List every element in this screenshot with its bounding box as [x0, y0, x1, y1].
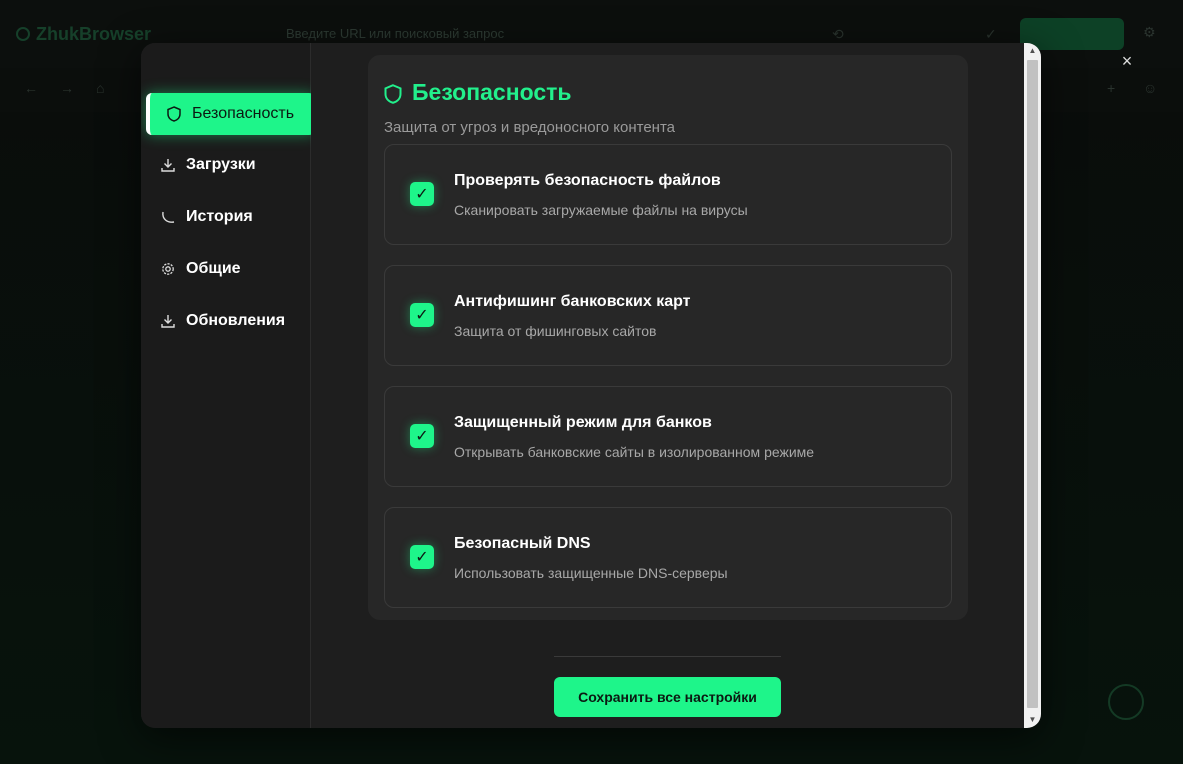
security-panel: Безопасность Защита от угроз и вредоносн… — [368, 55, 968, 620]
option-desc: Использовать защищенные DNS-серверы — [454, 565, 728, 581]
history-icon — [160, 209, 176, 225]
settings-sidebar: Безопасность Загрузки История Общие Обно… — [141, 43, 315, 728]
secure-dns-checkbox[interactable]: ✓ — [410, 545, 434, 569]
gear-icon — [160, 261, 176, 277]
check-icon: ✓ — [415, 549, 429, 566]
option-secure-dns: ✓ Безопасный DNS Использовать защищенные… — [384, 507, 952, 608]
antiphishing-checkbox[interactable]: ✓ — [410, 303, 434, 327]
sidebar-item-security[interactable]: Безопасность — [146, 93, 315, 135]
sidebar-item-downloads[interactable]: Загрузки — [146, 144, 315, 186]
scroll-down-arrow-icon[interactable]: ▼ — [1024, 712, 1041, 728]
option-title: Защищенный режим для банков — [454, 414, 712, 431]
plus-icon: + — [1107, 80, 1116, 96]
option-desc: Защита от фишинговых сайтов — [454, 323, 657, 339]
save-all-button[interactable]: Сохранить все настройки — [554, 677, 781, 717]
background-logo: ZhukBrowser — [16, 24, 151, 45]
option-bank-mode: ✓ Защищенный режим для банков Открывать … — [384, 386, 952, 487]
check-icon: ✓ — [985, 26, 997, 42]
download-icon — [160, 157, 176, 173]
check-icon: ✓ — [415, 186, 429, 203]
refresh-icon: ⟲ — [832, 26, 844, 42]
panel-subtitle: Защита от угроз и вредоносного контента — [384, 119, 676, 136]
settings-modal: Безопасность Загрузки История Общие Обно… — [141, 43, 1041, 728]
option-title: Проверять безопасность файлов — [454, 172, 721, 189]
sidebar-item-label: История — [186, 208, 253, 225]
sidebar-item-history[interactable]: История — [146, 196, 315, 238]
user-icon: ☺ — [1143, 80, 1158, 96]
sidebar-item-label: Обновления — [186, 312, 286, 329]
option-title: Безопасный DNS — [454, 535, 591, 552]
footer-divider — [554, 656, 781, 657]
check-icon: ✓ — [415, 428, 429, 445]
sidebar-item-general[interactable]: Общие — [146, 248, 315, 290]
background-url-bar: Введите URL или поисковый запрос — [286, 26, 505, 41]
sidebar-item-label: Загрузки — [186, 156, 256, 173]
settings-content: Безопасность Защита от угроз и вредоносн… — [311, 43, 1024, 728]
forward-icon: → — [60, 80, 74, 96]
download-icon — [160, 313, 176, 329]
sidebar-item-label: Общие — [186, 260, 241, 277]
shield-icon — [166, 106, 182, 122]
scroll-up-arrow-icon[interactable]: ▲ — [1024, 43, 1041, 59]
option-title: Антифишинг банковских карт — [454, 293, 691, 310]
option-antiphishing: ✓ Антифишинг банковских карт Защита от ф… — [384, 265, 952, 366]
close-icon[interactable]: × — [1117, 51, 1137, 71]
background-fab — [1108, 684, 1144, 720]
panel-title-text: Безопасность — [412, 79, 572, 105]
scroll-thumb[interactable] — [1027, 60, 1038, 708]
check-icon: ✓ — [415, 307, 429, 324]
back-icon: ← — [24, 80, 38, 96]
file-scan-checkbox[interactable]: ✓ — [410, 182, 434, 206]
option-desc: Сканировать загружаемые файлы на вирусы — [454, 202, 748, 218]
panel-title: Безопасность — [384, 79, 572, 106]
option-file-scan: ✓ Проверять безопасность файлов Сканиров… — [384, 144, 952, 245]
home-icon: ⌂ — [96, 80, 105, 96]
sidebar-item-updates[interactable]: Обновления — [146, 300, 315, 342]
sidebar-item-label: Безопасность — [192, 105, 295, 122]
option-desc: Открывать банковские сайты в изолированн… — [454, 444, 815, 460]
scrollbar[interactable]: ▲ ▼ — [1024, 43, 1041, 728]
bank-mode-checkbox[interactable]: ✓ — [410, 424, 434, 448]
gear-icon: ⚙ — [1143, 24, 1156, 40]
shield-icon — [384, 83, 402, 104]
